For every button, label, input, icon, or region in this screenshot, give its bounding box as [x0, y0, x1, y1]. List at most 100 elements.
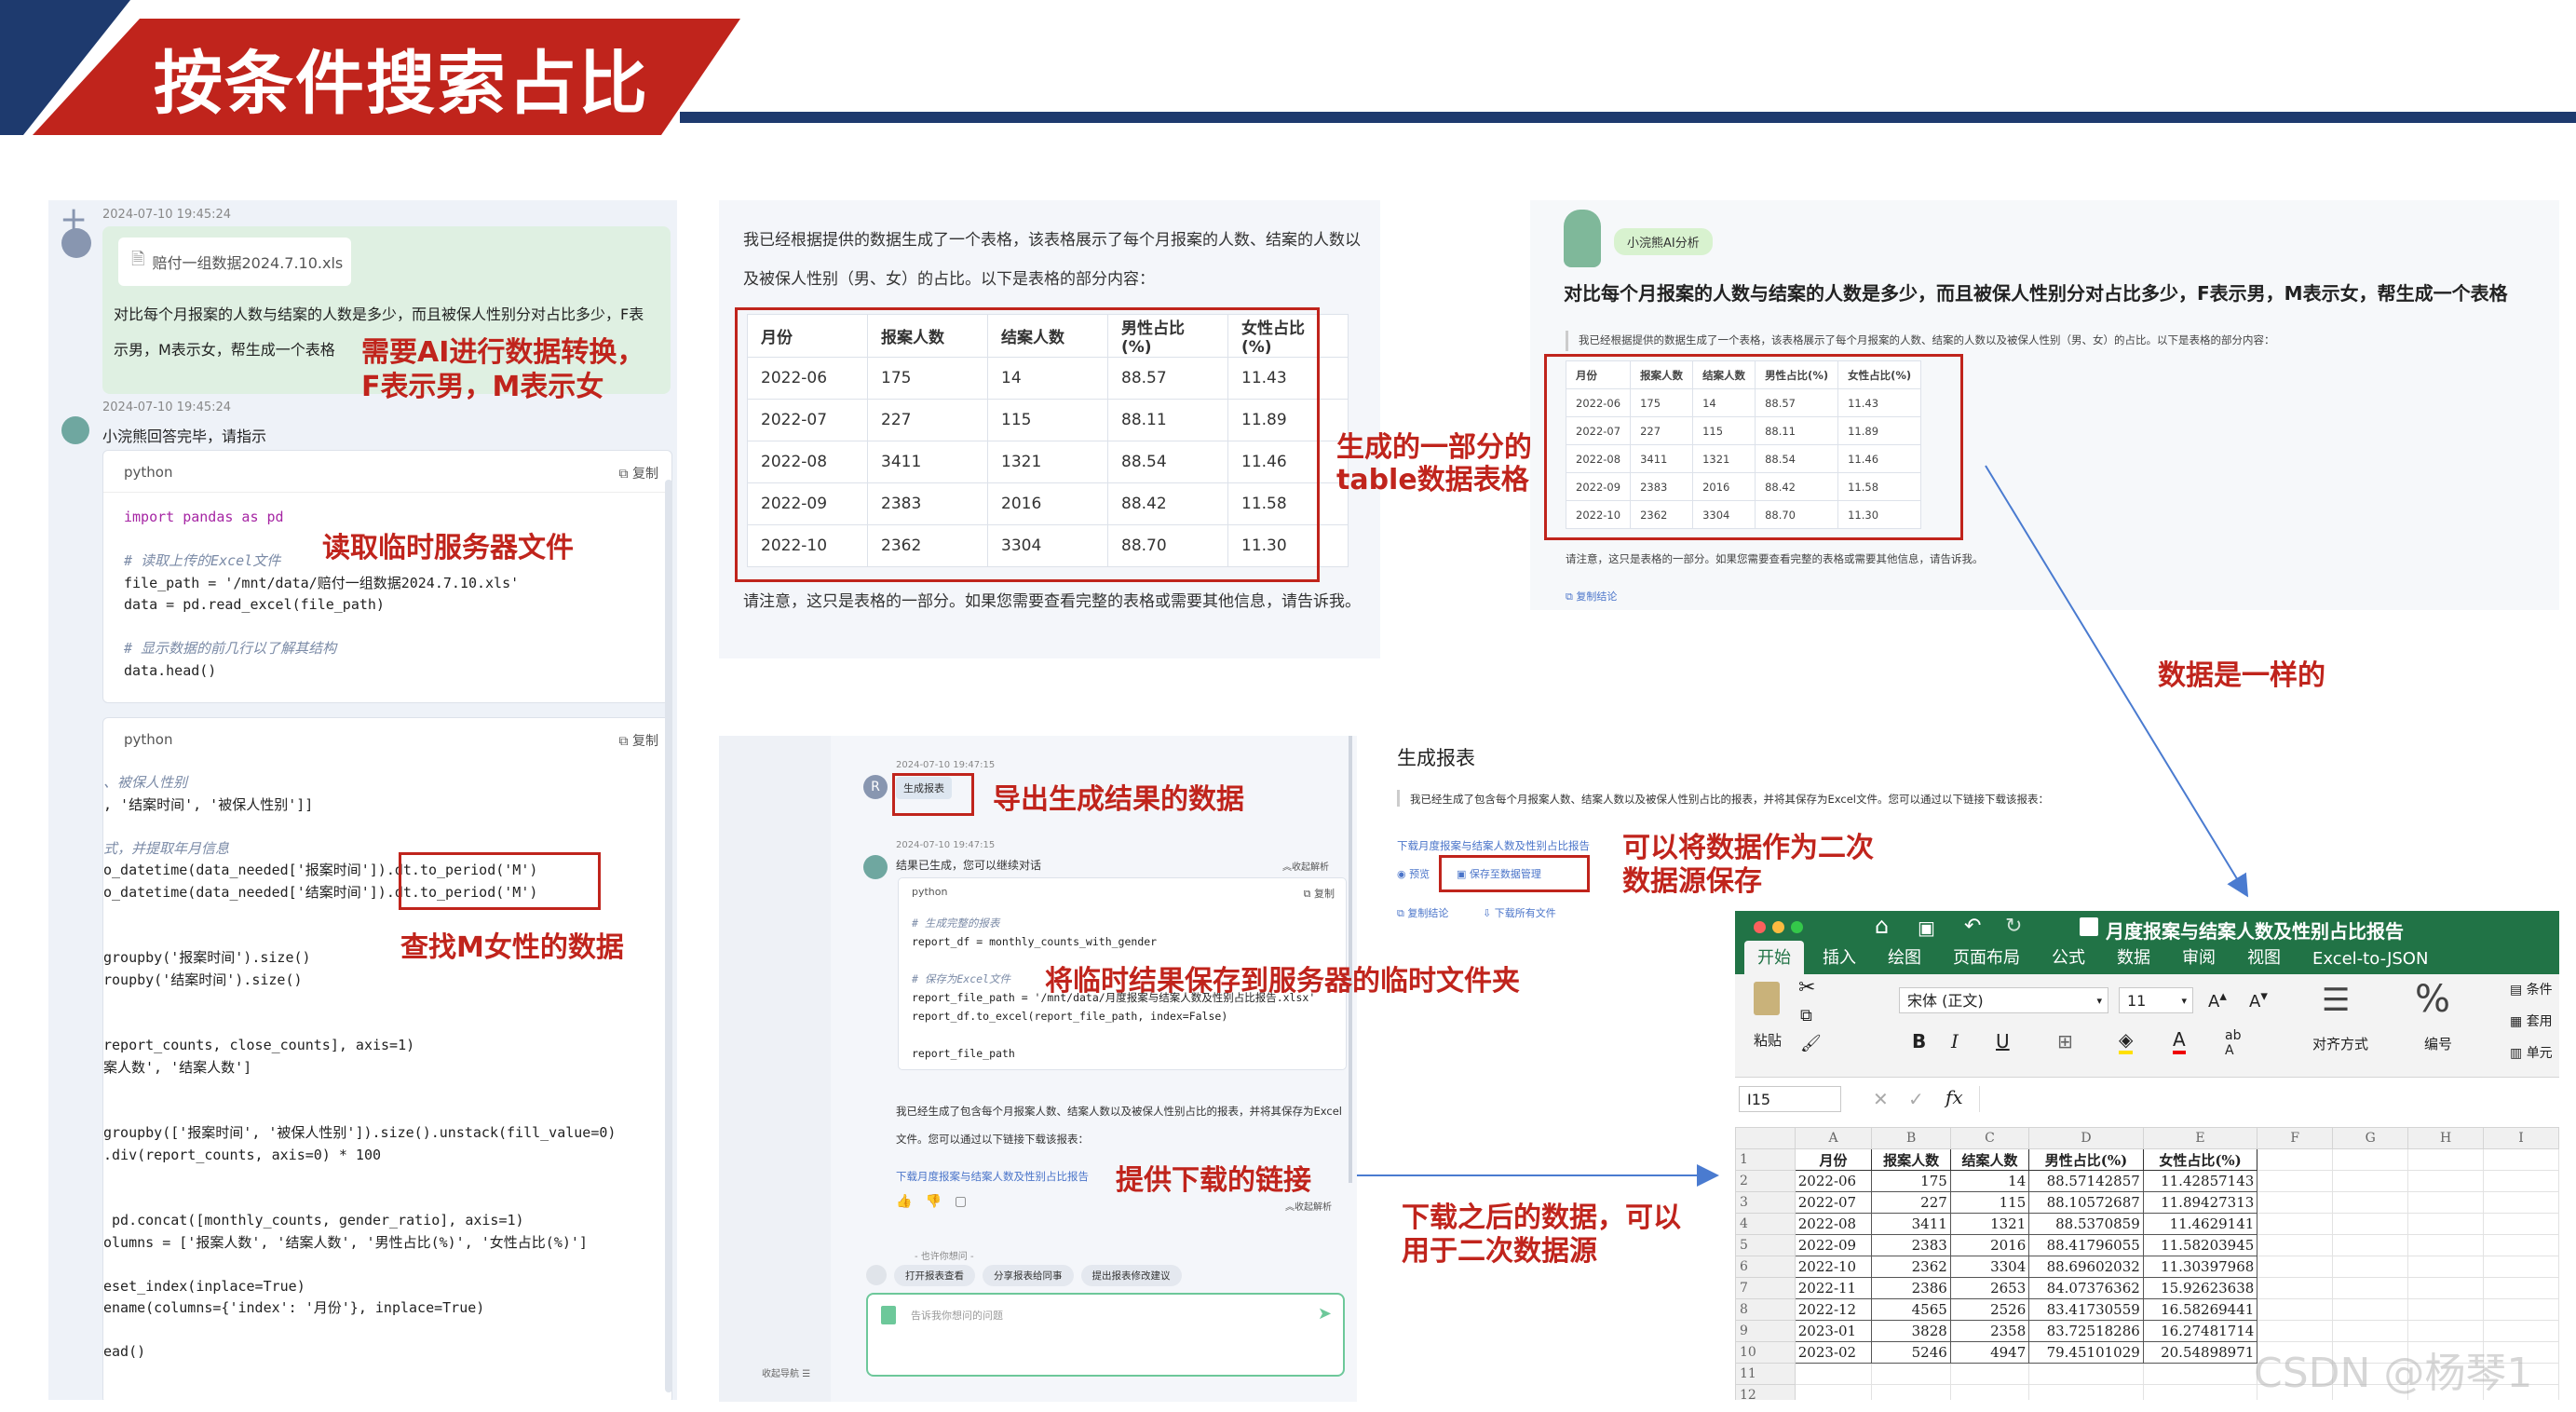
sheet-cell[interactable]: 16.27481714: [2142, 1320, 2258, 1342]
sheet-cell[interactable]: [2483, 1234, 2559, 1256]
sheet-cell[interactable]: [2028, 1384, 2144, 1400]
copy-button[interactable]: ⧉ 复制: [619, 731, 658, 750]
sheet-cell[interactable]: 175: [1871, 1170, 1951, 1192]
row-number[interactable]: 11: [1735, 1363, 1796, 1385]
sheet-cell[interactable]: [2257, 1170, 2334, 1192]
column-letter[interactable]: I: [2483, 1127, 2559, 1149]
format-painter-icon[interactable]: 🖌: [1800, 1034, 1822, 1053]
collapse-button[interactable]: ︽收起解析: [1285, 1199, 1332, 1213]
sheet-cell[interactable]: 11.58203945: [2142, 1234, 2258, 1256]
font-color-icon[interactable]: A: [2173, 1028, 2186, 1054]
sheet-cell[interactable]: 男性占比(%): [2028, 1148, 2144, 1171]
sheet-cell[interactable]: 2022-11: [1794, 1277, 1873, 1299]
sheet-cell[interactable]: 4565: [1871, 1298, 1951, 1321]
sheet-cell[interactable]: 84.07376362: [2028, 1277, 2144, 1299]
sheet-cell[interactable]: [1794, 1363, 1873, 1385]
row-number[interactable]: 5: [1735, 1234, 1796, 1256]
row-number[interactable]: 10: [1735, 1341, 1796, 1364]
sheet-cell[interactable]: 16.58269441: [2142, 1298, 2258, 1321]
column-letter[interactable]: F: [2257, 1127, 2334, 1149]
comment-icon[interactable]: ▢: [955, 1194, 980, 1209]
sheet-cell[interactable]: 2386: [1871, 1277, 1951, 1299]
sheet-cell[interactable]: 2022-10: [1794, 1256, 1873, 1278]
sheet-cell[interactable]: 88.10572687: [2028, 1191, 2144, 1214]
phonetic-icon[interactable]: ab A: [2225, 1028, 2241, 1058]
sheet-cell[interactable]: [2407, 1234, 2485, 1256]
save-icon[interactable]: ▣: [1918, 916, 1935, 939]
sheet-cell[interactable]: 报案人数: [1871, 1148, 1951, 1171]
sheet-cell[interactable]: 2023-01: [1794, 1320, 1873, 1342]
home-icon[interactable]: ⌂: [1875, 913, 1889, 939]
cut-icon[interactable]: ✂: [1798, 976, 1815, 999]
row-number[interactable]: 6: [1735, 1256, 1796, 1278]
column-letter[interactable]: C: [1949, 1127, 2030, 1149]
sheet-cell[interactable]: [2483, 1298, 2559, 1321]
ribbon-tab[interactable]: Excel-to-JSON: [2299, 945, 2441, 974]
sheet-cell[interactable]: 227: [1871, 1191, 1951, 1214]
sheet-cell[interactable]: 女性占比(%): [2142, 1148, 2258, 1171]
ribbon-tab[interactable]: 开始: [1744, 941, 1804, 974]
sheet-cell[interactable]: [2407, 1170, 2485, 1192]
sheet-cell[interactable]: 5246: [1871, 1341, 1951, 1364]
sheet-cell[interactable]: 2358: [1949, 1320, 2030, 1342]
sheet-cell[interactable]: 2023-02: [1794, 1341, 1873, 1364]
collapse-button[interactable]: ︽收起解析: [1282, 859, 1329, 873]
close-icon[interactable]: [1754, 921, 1766, 933]
cancel-icon[interactable]: ✕: [1873, 1088, 1889, 1110]
sheet-cell[interactable]: [2332, 1298, 2409, 1321]
sheet-cell[interactable]: 3828: [1871, 1320, 1951, 1342]
sheet-cell[interactable]: 11.89427313: [2142, 1191, 2258, 1214]
sheet-cell[interactable]: [2407, 1256, 2485, 1278]
sheet-cell[interactable]: 2526: [1949, 1298, 2030, 1321]
copy-icon[interactable]: ⧉: [1800, 1006, 1812, 1025]
copy-button[interactable]: ⧉ 复制: [619, 464, 658, 482]
ribbon-tab[interactable]: 绘图: [1875, 941, 1934, 974]
row-number[interactable]: 8: [1735, 1298, 1796, 1321]
ribbon-tab[interactable]: 插入: [1810, 941, 1869, 974]
sheet-cell[interactable]: [2483, 1256, 2559, 1278]
download-link[interactable]: 下载月度报案与结案人数及性别占比报告: [1397, 838, 1590, 853]
suggestion-chip[interactable]: 提出报表修改建议: [1080, 1265, 1182, 1286]
percent-icon[interactable]: %: [2415, 978, 2450, 1021]
minimize-icon[interactable]: [1772, 921, 1784, 933]
sheet-cell[interactable]: [2483, 1170, 2559, 1192]
sheet-cell[interactable]: 2022-09: [1794, 1234, 1873, 1256]
decrease-font-icon[interactable]: A▾: [2249, 987, 2268, 1011]
sheet-cell[interactable]: 3411: [1871, 1213, 1951, 1235]
borders-icon[interactable]: ⊞: [2057, 1030, 2073, 1052]
ribbon-tab[interactable]: 公式: [2039, 941, 2098, 974]
underline-button[interactable]: U: [1996, 1030, 2010, 1052]
sheet-cell[interactable]: 11.4629141: [2142, 1213, 2258, 1235]
sheet-cell[interactable]: [2332, 1277, 2409, 1299]
sheet-cell[interactable]: [2257, 1213, 2334, 1235]
sheet-cell[interactable]: [2257, 1256, 2334, 1278]
ribbon-tab[interactable]: 审阅: [2169, 941, 2229, 974]
suggestion-chip[interactable]: 打开报表查看: [894, 1265, 975, 1286]
conditional-format-item[interactable]: ▤ 条件: [2510, 980, 2553, 998]
undo-icon[interactable]: ↶: [1964, 915, 1981, 938]
sheet-cell[interactable]: 83.72518286: [2028, 1320, 2144, 1342]
sheet-cell[interactable]: 2022-08: [1794, 1213, 1873, 1235]
fill-color-icon[interactable]: ◈: [2119, 1028, 2134, 1054]
row-number[interactable]: 12: [1735, 1384, 1796, 1400]
cell-styles-item[interactable]: ▥ 单元: [2510, 1043, 2553, 1062]
file-chip[interactable]: 🗎 赔付一组数据2024.7.10.xls: [118, 238, 351, 286]
column-letter[interactable]: G: [2332, 1127, 2409, 1149]
sheet-cell[interactable]: 2022-07: [1794, 1191, 1873, 1214]
align-icon[interactable]: ☰: [2322, 982, 2350, 1019]
sheet-cell[interactable]: 2016: [1949, 1234, 2030, 1256]
sheet-cell[interactable]: 2383: [1871, 1234, 1951, 1256]
increase-font-icon[interactable]: A▴: [2208, 987, 2227, 1011]
sheet-cell[interactable]: 4947: [1949, 1341, 2030, 1364]
confirm-icon[interactable]: ✓: [1908, 1088, 1924, 1110]
sheet-cell[interactable]: [2483, 1213, 2559, 1235]
sheet-cell[interactable]: [2332, 1213, 2409, 1235]
font-size-select[interactable]: 11 ▾: [2119, 987, 2193, 1013]
send-icon[interactable]: ➤: [1318, 1304, 1332, 1324]
sheet-cell[interactable]: 88.5370859: [2028, 1213, 2144, 1235]
sheet-cell[interactable]: 结案人数: [1949, 1148, 2030, 1171]
sheet-cell[interactable]: [2332, 1148, 2409, 1171]
download-all-button[interactable]: ⇩ 下载所有文件: [1483, 905, 1556, 920]
thumbs-up-icon[interactable]: 👍: [896, 1194, 925, 1209]
scrollbar[interactable]: [665, 480, 672, 1392]
